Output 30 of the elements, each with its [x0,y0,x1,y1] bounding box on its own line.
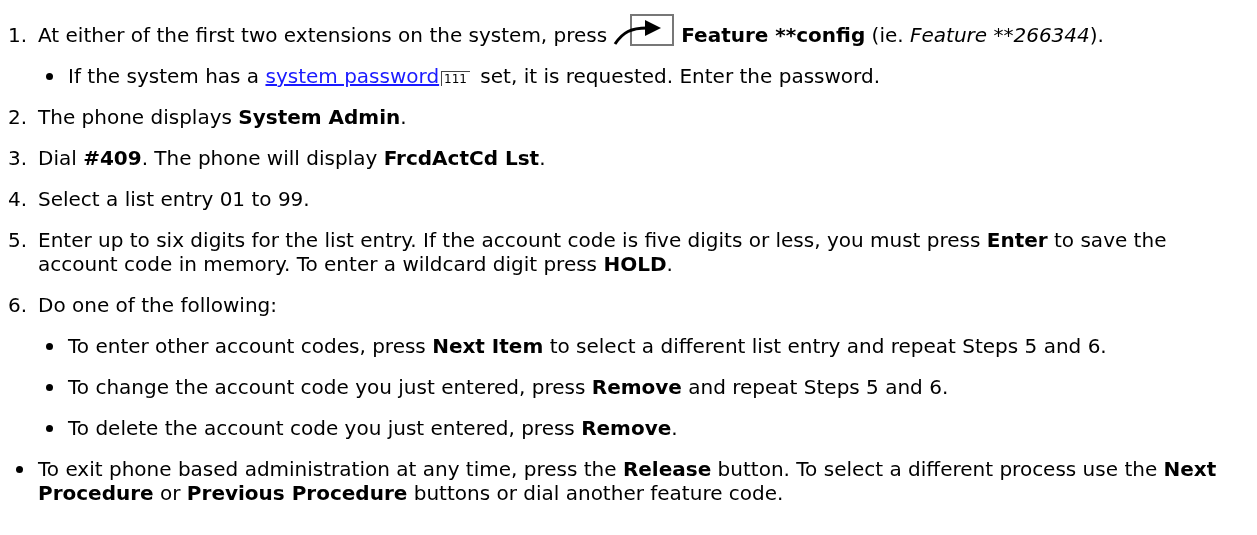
bullet-icon [46,384,53,391]
step-text: (ie. [870,23,905,47]
step-text: Dial #409. The phone will display FrcdActCd Lst. [38,146,547,170]
bullet-icon [16,466,23,473]
step-number: 3. [8,146,29,170]
bullet-text: To delete the account code you just entered, press Remove. [68,416,679,440]
bullet-text: To enter other account codes, press Next Item to select a different list entry and repeat Steps 5 and 6. [68,334,1108,358]
step-text: At either of the first two extensions on the system, press [38,23,608,47]
step-text: Select a list entry 01 to 99. [38,187,311,211]
bullet-icon [46,343,53,350]
step-text: Feature **266344 [909,23,1090,47]
step-text: The phone displays System Admin. [38,105,408,129]
step-text: ). [1089,23,1104,47]
step-number: 6. [8,293,29,317]
step-text: Do one of the following: [38,293,279,317]
bullet-icon [46,73,53,80]
step-text: Feature **config [681,23,866,47]
bullet-text: To change the account code you just entered, press Remove and repeat Steps 5 and 6. [68,375,950,399]
step-number: 5. [8,228,29,252]
step-number: 4. [8,187,29,211]
bullet-text: If the system has a [68,64,261,88]
note-text: To exit phone based administration at any time, press the Release button. To select a different process use the Next Procedure or Previous Procedure buttons or dial another feature code. [38,457,1218,505]
bullet-text: set, it is requested. Enter the password. [479,64,880,88]
page-reference[interactable]: 111 [441,71,470,86]
feature-button-icon [613,14,676,46]
step-number: 2. [8,105,29,129]
bullet-icon [46,425,53,432]
step-text: Enter up to six digits for the list entry. If the account code is five digits or less, you must press Enter to save the account code in memory. To enter a wildcard digit press HOLD. [38,228,1168,276]
system-password-link[interactable]: system password [265,64,440,88]
step-number: 1. [8,23,29,47]
